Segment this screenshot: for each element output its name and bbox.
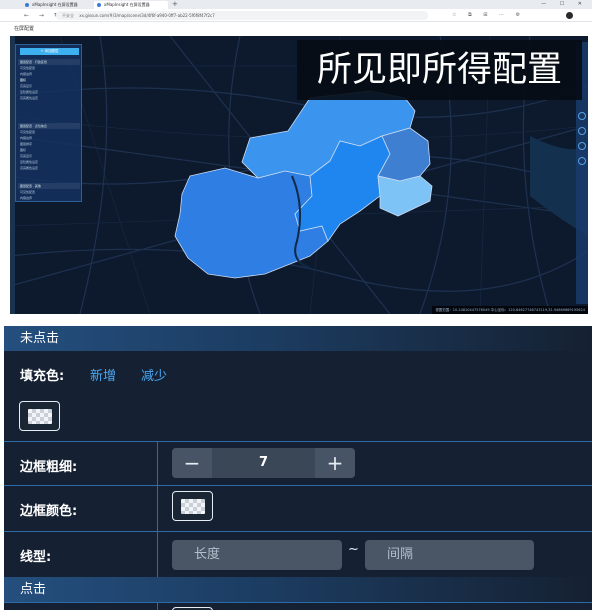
column-divider	[157, 442, 158, 486]
browser-toolbar-icons[interactable]: ☆ ⧉ ⊞ ⋯ ⚙	[452, 9, 525, 22]
column-divider	[157, 486, 158, 532]
column-divider	[157, 532, 158, 578]
section-clicked-header: 点击	[4, 577, 592, 602]
border-width-stepper: − 7 +	[172, 448, 355, 478]
layer-menu-item[interactable]: 高亮属性设定	[20, 166, 38, 171]
line-type-label: 线型:	[20, 550, 52, 565]
layer-menu-item[interactable]: 图标	[20, 78, 26, 83]
layer-menu-item[interactable]: 内容边界	[20, 72, 32, 77]
layer-menu-item[interactable]: 高亮显示	[20, 154, 32, 159]
section-gap	[0, 318, 592, 326]
increment-button[interactable]: +	[315, 448, 355, 478]
browser-tab-2[interactable]: xMapInsight 在屏设置器	[94, 1, 168, 9]
dash-gap-input[interactable]: 间隔	[365, 540, 534, 570]
address-bar-row: ← → ↻ 不安全 xx.gissun.com/#/3/map/scene/3d…	[0, 9, 592, 22]
url-text: xx.gissun.com/#/3/map/scene/3d/4f6f-a940…	[79, 13, 215, 18]
fill-swatch-row	[4, 395, 592, 441]
layer-menu-item[interactable]: 可见性配置	[20, 130, 35, 135]
map-tool-icon[interactable]	[578, 127, 586, 135]
map-tool-icon[interactable]	[578, 157, 586, 165]
layer-menu-item[interactable]: 高亮显示	[20, 84, 32, 89]
range-separator: ~	[348, 542, 359, 557]
decrement-button[interactable]: −	[172, 448, 212, 478]
dash-length-input[interactable]: 长度	[172, 540, 342, 570]
tab-label: xMapInsight 在屏设置器	[32, 2, 78, 7]
tab-favicon-icon	[25, 3, 29, 7]
layer-menu-item[interactable]: 可见性配置	[20, 190, 35, 195]
tab-label: xMapInsight 在屏设置器	[104, 2, 150, 7]
map-tool-icon[interactable]	[578, 112, 586, 120]
border-width-value[interactable]: 7	[212, 448, 315, 478]
border-color-row: 边框颜色:	[4, 485, 592, 532]
border-color-label: 边框颜色:	[20, 504, 78, 519]
fill-color-label: 填充色:	[20, 369, 65, 384]
profile-avatar[interactable]	[566, 12, 573, 19]
map-view[interactable]: + 添加图层 图层配置 · 行政区划 可见性配置 内容边界 图标 高亮显示 显隐…	[10, 36, 588, 314]
layer-section-header[interactable]: 图层配置 · 点位信息	[18, 123, 80, 129]
fill-color-swatch[interactable]	[19, 401, 60, 431]
layer-menu-item[interactable]: 内容边界	[20, 196, 32, 201]
url-field[interactable]: 不安全 xx.gissun.com/#/3/map/scene/3d/4f6f-…	[56, 11, 428, 20]
layer-menu-item[interactable]: 显隐属性设定	[20, 90, 38, 95]
border-width-row: 边框粗细: − 7 +	[4, 441, 592, 486]
border-width-label: 边框粗细:	[20, 460, 78, 475]
border-color-swatch[interactable]	[172, 491, 213, 521]
section-unclicked-header: 未点击	[4, 326, 592, 351]
transparent-pattern-icon	[28, 409, 52, 424]
security-label: 不安全	[62, 13, 74, 18]
column-divider	[157, 603, 158, 610]
layer-config-panel: + 添加图层 图层配置 · 行政区划 可见性配置 内容边界 图标 高亮显示 显隐…	[15, 44, 82, 202]
add-fill-link[interactable]: 新增	[90, 365, 116, 384]
style-config-panel: 未点击 填充色: 新增 减少 边框粗细: − 7 + 边框颜色: 线型: 长度 …	[4, 326, 592, 610]
layer-menu-item[interactable]: 可见性配置	[20, 66, 35, 71]
layer-section-header[interactable]: 图层配置 · 其他	[18, 183, 80, 189]
clicked-fill-row	[4, 602, 592, 610]
layer-menu-item[interactable]: 图层排序	[20, 142, 32, 147]
caption-banner: 所见即所得配置	[297, 40, 582, 100]
region-southeast[interactable]	[377, 175, 433, 217]
app-header: 在屏配置	[0, 22, 592, 36]
window-controls[interactable]: — ☐ ✕	[541, 0, 588, 9]
add-layer-button[interactable]: + 添加图层	[20, 48, 79, 55]
configuration-screenshot: xMapInsight 在屏设置器 xMapInsight 在屏设置器 + — …	[0, 0, 592, 318]
map-tool-icon[interactable]	[578, 142, 586, 150]
browser-tab-1[interactable]: xMapInsight 在屏设置器	[22, 1, 92, 9]
remove-fill-link[interactable]: 减少	[141, 365, 167, 384]
layer-section-header[interactable]: 图层配置 · 行政区划	[18, 59, 80, 65]
tab-favicon-icon	[97, 3, 101, 7]
map-coordinates-readout: 视图范围：10.24810447576049 中心坐标：120.64627746…	[432, 306, 588, 314]
browser-tab-strip: xMapInsight 在屏设置器 xMapInsight 在屏设置器 + — …	[0, 0, 592, 9]
layer-menu-item[interactable]: 高亮属性设定	[20, 96, 38, 101]
layer-menu-item[interactable]: 显隐属性设定	[20, 160, 38, 165]
new-tab-button[interactable]: +	[172, 0, 178, 9]
layer-menu-item[interactable]: 内容边界	[20, 136, 32, 141]
fill-color-row: 填充色: 新增 减少	[4, 351, 592, 395]
layer-menu-item[interactable]: 图标	[20, 148, 26, 153]
line-type-row: 线型: 长度 ~ 间隔	[4, 531, 592, 578]
transparent-pattern-icon	[181, 499, 205, 514]
app-title: 在屏配置	[14, 26, 35, 32]
